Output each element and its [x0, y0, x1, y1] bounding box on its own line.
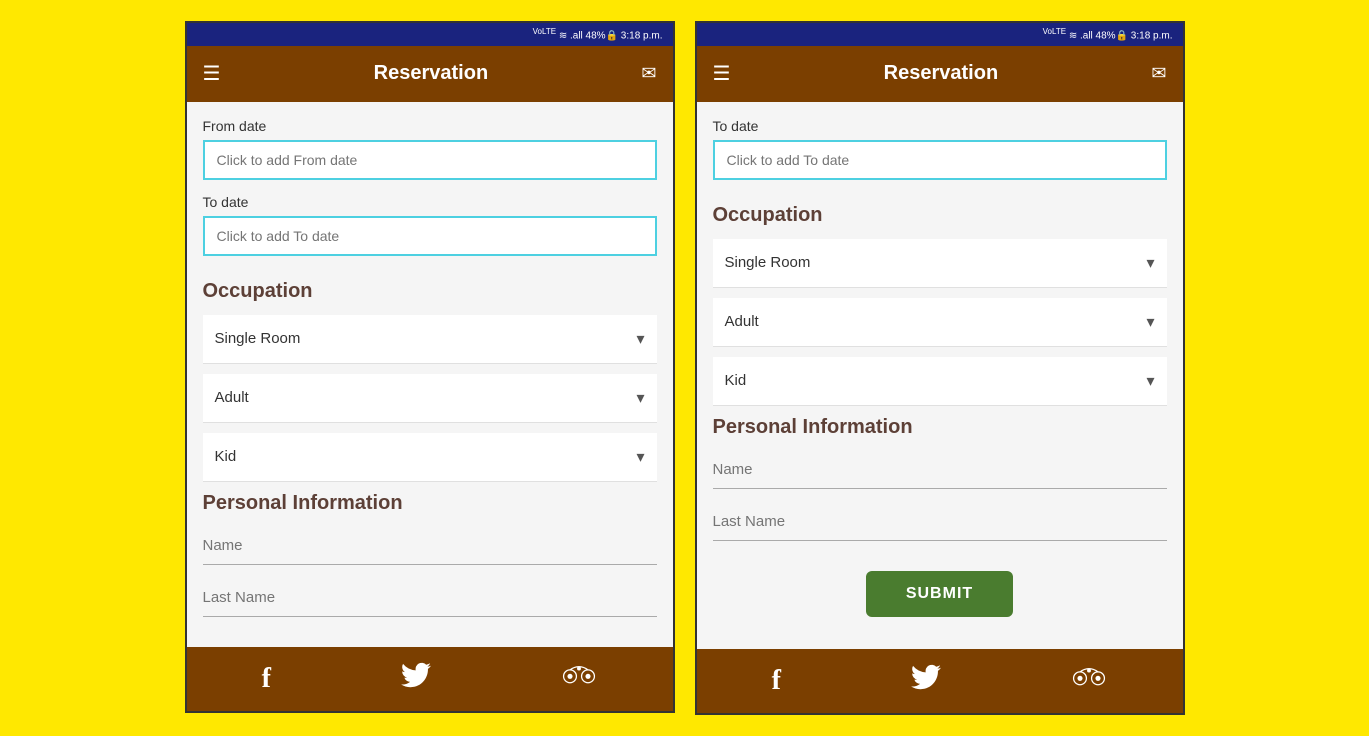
right-lastname-input[interactable] [713, 503, 1167, 541]
left-dropdown-adult[interactable]: Adult ▾ [203, 374, 657, 423]
left-dropdown-single-room-arrow: ▾ [636, 329, 644, 349]
right-dropdown-adult[interactable]: Adult ▾ [713, 298, 1167, 347]
left-twitter-icon[interactable] [401, 662, 431, 695]
right-app-title: Reservation [884, 62, 999, 85]
right-dropdown-single-room-label: Single Room [725, 254, 811, 271]
left-dropdown-single-room[interactable]: Single Room ▾ [203, 315, 657, 364]
right-name-input[interactable] [713, 451, 1167, 489]
right-status-text: VoLTE ≋ .all 48%🔒 3:18 p.m. [1043, 27, 1173, 41]
left-dropdown-kid-label: Kid [215, 448, 237, 465]
left-to-date-input[interactable] [203, 216, 657, 256]
left-dropdown-adult-arrow: ▾ [636, 388, 644, 408]
left-dropdown-single-room-label: Single Room [215, 330, 301, 347]
right-dropdown-adult-arrow: ▾ [1146, 312, 1154, 332]
left-status-text: VoLTE ≋ .all 48%🔒 3:18 p.m. [533, 27, 663, 41]
right-to-date-label: To date [713, 118, 1167, 134]
left-bottom-bar: f [187, 647, 673, 711]
left-name-input[interactable] [203, 527, 657, 565]
right-phone-frame: VoLTE ≋ .all 48%🔒 3:18 p.m. ☰ Reservatio… [695, 21, 1185, 714]
left-lastname-input[interactable] [203, 579, 657, 617]
left-mail-icon[interactable]: ✉ [641, 63, 656, 84]
right-menu-icon[interactable]: ☰ [713, 61, 731, 86]
left-dropdown-kid[interactable]: Kid ▾ [203, 433, 657, 482]
right-dropdown-single-room[interactable]: Single Room ▾ [713, 239, 1167, 288]
right-personal-info-heading: Personal Information [713, 416, 1167, 439]
left-app-bar: ☰ Reservation ✉ [187, 46, 673, 102]
left-to-date-label: To date [203, 194, 657, 210]
submit-button[interactable]: SUBMIT [866, 571, 1013, 617]
right-bottom-bar: f [697, 649, 1183, 713]
right-occupation-heading: Occupation [713, 204, 1167, 227]
left-dropdown-kid-arrow: ▾ [636, 447, 644, 467]
right-dropdown-kid-arrow: ▾ [1146, 371, 1154, 391]
screenshot-container: VoLTE ≋ .all 48%🔒 3:18 p.m. ☰ Reservatio… [185, 21, 1185, 714]
left-menu-icon[interactable]: ☰ [203, 61, 221, 86]
left-phone-frame: VoLTE ≋ .all 48%🔒 3:18 p.m. ☰ Reservatio… [185, 21, 675, 712]
left-occupation-heading: Occupation [203, 280, 657, 303]
right-tripadvisor-icon[interactable] [1071, 663, 1107, 698]
right-to-date-input[interactable] [713, 140, 1167, 180]
right-content: To date Occupation Single Room ▾ Adult ▾… [697, 102, 1183, 649]
right-app-bar: ☰ Reservation ✉ [697, 46, 1183, 102]
left-facebook-icon[interactable]: f [262, 663, 271, 695]
left-dropdown-adult-label: Adult [215, 389, 249, 406]
right-dropdown-kid[interactable]: Kid ▾ [713, 357, 1167, 406]
left-personal-info-heading: Personal Information [203, 492, 657, 515]
right-facebook-icon[interactable]: f [772, 665, 781, 697]
left-from-date-label: From date [203, 118, 657, 134]
left-status-bar: VoLTE ≋ .all 48%🔒 3:18 p.m. [187, 23, 673, 45]
left-tripadvisor-icon[interactable] [561, 661, 597, 696]
right-dropdown-adult-label: Adult [725, 313, 759, 330]
right-dropdown-single-room-arrow: ▾ [1146, 253, 1154, 273]
left-content: From date To date Occupation Single Room… [187, 102, 673, 647]
right-twitter-icon[interactable] [911, 664, 941, 697]
left-from-date-input[interactable] [203, 140, 657, 180]
right-status-bar: VoLTE ≋ .all 48%🔒 3:18 p.m. [697, 23, 1183, 45]
right-mail-icon[interactable]: ✉ [1151, 63, 1166, 84]
left-app-title: Reservation [374, 62, 489, 85]
right-dropdown-kid-label: Kid [725, 372, 747, 389]
